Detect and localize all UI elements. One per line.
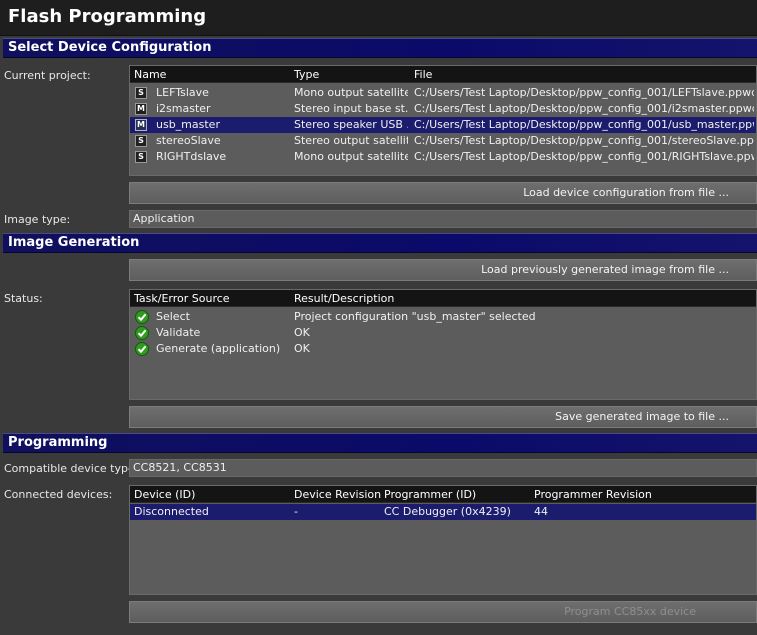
project-row-rightdslave[interactable]: S RIGHTdslave Mono output satellite C:/U…	[130, 149, 756, 165]
column-header-device-revision[interactable]: Device Revision	[294, 488, 381, 501]
slave-badge-icon: S	[135, 135, 147, 147]
project-list[interactable]: Name Type File S LEFTslave Mono output s…	[129, 65, 757, 176]
column-header-task[interactable]: Task/Error Source	[134, 292, 230, 305]
connected-devices-label: Connected devices:	[4, 488, 113, 501]
status-label: Status:	[4, 292, 43, 305]
load-device-config-button[interactable]: Load device configuration from file ...	[129, 182, 757, 204]
device-id: Disconnected	[134, 505, 209, 518]
connected-devices-list[interactable]: Device (ID) Device Revision Programmer (…	[129, 485, 757, 595]
project-type: Stereo input base st...	[294, 102, 408, 115]
status-row-select[interactable]: Select Project configuration "usb_master…	[130, 309, 756, 325]
check-icon	[135, 342, 149, 356]
program-device-button[interactable]: Program CC85xx device	[129, 601, 757, 623]
status-list-header: Task/Error Source Result/Description	[130, 290, 756, 307]
status-list[interactable]: Task/Error Source Result/Description Sel…	[129, 289, 757, 400]
section-header-programming: Programming	[3, 433, 757, 453]
window-title: Flash Programming	[8, 6, 207, 27]
column-header-file[interactable]: File	[414, 68, 432, 81]
programmer-id: CC Debugger (0x4239)	[384, 505, 511, 518]
status-result: OK	[294, 326, 310, 339]
section-title: Programming	[8, 435, 108, 450]
column-header-type[interactable]: Type	[294, 68, 319, 81]
device-revision: -	[294, 505, 298, 518]
project-list-header: Name Type File	[130, 66, 756, 83]
project-file: C:/Users/Test Laptop/Desktop/ppw_config_…	[414, 118, 754, 131]
project-file: C:/Users/Test Laptop/Desktop/ppw_config_…	[414, 150, 754, 163]
project-row-i2smaster[interactable]: M i2smaster Stereo input base st... C:/U…	[130, 101, 756, 117]
project-name: RIGHTdslave	[156, 150, 227, 163]
master-badge-icon: M	[135, 103, 147, 115]
status-task: Select	[156, 310, 190, 323]
project-row-leftslave[interactable]: S LEFTslave Mono output satellite C:/Use…	[130, 85, 756, 101]
load-generated-image-button[interactable]: Load previously generated image from fil…	[129, 259, 757, 281]
section-header-image-generation: Image Generation	[3, 233, 757, 253]
project-row-usb-master[interactable]: M usb_master Stereo speaker USB ... C:/U…	[130, 117, 756, 133]
status-row-validate[interactable]: Validate OK	[130, 325, 756, 341]
section-header-device-config: Select Device Configuration	[3, 38, 757, 58]
slave-badge-icon: S	[135, 87, 147, 99]
project-type: Stereo speaker USB ...	[294, 118, 408, 131]
column-header-result[interactable]: Result/Description	[294, 292, 394, 305]
compatible-devices-field: CC8521, CC8531	[129, 459, 757, 477]
image-type-field: Application	[129, 210, 757, 228]
image-type-label: Image type:	[4, 213, 71, 226]
column-header-name[interactable]: Name	[134, 68, 166, 81]
project-name: usb_master	[156, 118, 220, 131]
project-name: i2smaster	[156, 102, 211, 115]
status-row-generate[interactable]: Generate (application) OK	[130, 341, 756, 357]
status-result: Project configuration "usb_master" selec…	[294, 310, 536, 323]
column-header-device-id[interactable]: Device (ID)	[134, 488, 195, 501]
project-type: Stereo output satellite	[294, 134, 408, 147]
current-project-label: Current project:	[4, 69, 91, 82]
project-type: Mono output satellite	[294, 150, 408, 163]
project-row-stereoslave[interactable]: S stereoSlave Stereo output satellite C:…	[130, 133, 756, 149]
project-type: Mono output satellite	[294, 86, 408, 99]
column-header-programmer-revision[interactable]: Programmer Revision	[534, 488, 652, 501]
status-result: OK	[294, 342, 310, 355]
column-header-programmer-id[interactable]: Programmer (ID)	[384, 488, 476, 501]
status-task: Validate	[156, 326, 201, 339]
status-task: Generate (application)	[156, 342, 281, 355]
master-badge-icon: M	[135, 119, 147, 131]
connected-devices-header: Device (ID) Device Revision Programmer (…	[130, 486, 756, 503]
project-file: C:/Users/Test Laptop/Desktop/ppw_config_…	[414, 86, 754, 99]
programmer-revision: 44	[534, 505, 548, 518]
project-file: C:/Users/Test Laptop/Desktop/ppw_config_…	[414, 102, 754, 115]
section-title: Select Device Configuration	[8, 40, 212, 55]
section-title: Image Generation	[8, 235, 140, 250]
project-name: stereoSlave	[156, 134, 221, 147]
save-generated-image-button[interactable]: Save generated image to file ...	[129, 406, 757, 428]
check-icon	[135, 310, 149, 324]
project-file: C:/Users/Test Laptop/Desktop/ppw_config_…	[414, 134, 754, 147]
slave-badge-icon: S	[135, 151, 147, 163]
compatible-devices-label: Compatible device types:	[4, 462, 145, 475]
title-bar: Flash Programming	[0, 0, 757, 36]
project-name: LEFTslave	[156, 86, 209, 99]
connected-device-row[interactable]: Disconnected - CC Debugger (0x4239) 44	[130, 504, 756, 520]
check-icon	[135, 326, 149, 340]
